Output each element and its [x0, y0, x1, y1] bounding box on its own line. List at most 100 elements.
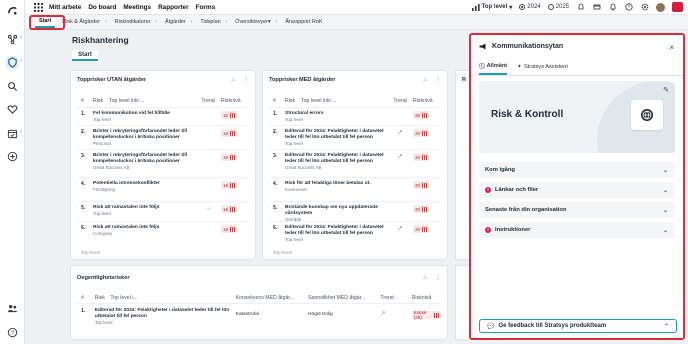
widget-icon[interactable]: ♨	[423, 274, 428, 281]
widget-icon[interactable]: ♨	[423, 76, 428, 83]
breadcrumb-atgarder[interactable]: Åtgärder ›	[165, 19, 197, 25]
risk-level-value: 16	[223, 206, 229, 212]
year-2024-radio[interactable]: 2024	[519, 4, 541, 10]
breadcrumb-riskindikatorer[interactable]: Riskindikatorer ›	[115, 19, 162, 25]
section-kom-igang[interactable]: Kom igång ⌄	[479, 162, 675, 178]
risk-title[interactable]: Brister i rekryteringsförfarandet leder …	[93, 153, 195, 165]
col-header[interactable]: Top level inkl ...	[301, 98, 387, 104]
row-text: Fel kommunikation vid fel tillfälle Top l…	[93, 111, 195, 123]
table-row[interactable]: 1. Editerad för 2024: Felaktigheter i da…	[81, 308, 441, 326]
table-row[interactable]: 6. Risk att ramavtalen inte följs Company 1…	[81, 225, 249, 237]
bell-icon[interactable]	[576, 3, 585, 12]
chevron-down-icon: ▾	[267, 19, 271, 25]
chevron-right-icon[interactable]: ›	[20, 35, 22, 41]
alert-icon: !	[485, 187, 491, 193]
col-header[interactable]: Top level i...	[110, 295, 235, 301]
heart-icon[interactable]	[6, 103, 19, 116]
breadcrumb-tidsplan[interactable]: Tidsplan ›	[200, 19, 232, 25]
nav-forms[interactable]: Forms	[196, 4, 216, 11]
table-row[interactable]: 4. Risk för att felaktiga löner betalas u…	[273, 181, 441, 193]
table-row[interactable]: 4. Potentiella intressekonflikter Försäljn…	[81, 181, 249, 193]
divider	[269, 221, 441, 222]
row-number: 3.	[81, 153, 86, 159]
notification-icon[interactable]	[608, 3, 617, 12]
announcement-icon[interactable]	[592, 3, 601, 12]
help-icon[interactable]: ?	[6, 326, 19, 339]
level-selector[interactable]: Top level ▾	[471, 3, 512, 11]
shield-icon[interactable]	[6, 56, 19, 69]
breadcrumb-arsrapport[interactable]: Årsrapport RoK	[285, 19, 322, 25]
help-circle-icon[interactable]: ?	[624, 3, 633, 12]
more-icon[interactable]: ⋮	[435, 76, 441, 83]
section-label: Länkar och filer	[495, 187, 539, 193]
close-icon[interactable]: ×	[669, 43, 674, 52]
breadcrumb-oversiktsvyer[interactable]: Översiktsvyer ▾ ›	[235, 19, 282, 25]
risk-bars-icon	[422, 226, 428, 232]
add-circle-icon[interactable]	[6, 150, 19, 163]
breadcrumb-risk-atgarder[interactable]: Risk & Åtgärder ›	[62, 19, 111, 25]
section-lankar-och-filer[interactable]: ! Länkar och filer ⌄	[479, 182, 675, 198]
card-topprisker-med: Topprisker MED åtgärder ♨ ⋮ # Risk Top le…	[262, 70, 448, 260]
users-icon[interactable]	[6, 302, 19, 315]
calendar-check-icon[interactable]	[6, 127, 19, 140]
nav-rapporter[interactable]: Rapporter	[158, 4, 189, 11]
table-row[interactable]: 2. Editerad för 2024: Felaktigheter i dat…	[273, 129, 441, 147]
table-row[interactable]: 3. Brister i rekryteringsförfarandet lede…	[81, 153, 249, 171]
stratsys-logo-icon[interactable]	[6, 4, 19, 17]
risk-title[interactable]: Editerad för 2024: Felaktigheter i datas…	[285, 225, 387, 237]
more-icon[interactable]: ⋮	[243, 76, 249, 83]
avatar[interactable]	[656, 2, 665, 12]
more-icon[interactable]: ⋮	[435, 274, 441, 281]
col-header: #	[81, 295, 84, 301]
table-row[interactable]: 2. Brister i rekryteringsförfarandet lede…	[81, 129, 249, 147]
tab-start[interactable]: Start	[72, 50, 98, 61]
risk-title[interactable]: Editerad för 2024: Felaktigheter i datas…	[95, 308, 236, 320]
gear-icon[interactable]	[640, 3, 649, 12]
risk-title[interactable]: Bristande kunskap om nya uppdaterade vår…	[285, 205, 387, 217]
feedback-button[interactable]: 💬 Ge feedback till Stratsys produktteam …	[479, 319, 677, 333]
risk-title[interactable]: Editerad för 2024: Felaktigheter i datas…	[285, 129, 387, 141]
row-number: 4.	[81, 181, 86, 187]
table-row[interactable]: 1. Fel kommunikation vid fel tillfälle Top…	[81, 111, 249, 123]
tab-stratsys-assistent[interactable]: ✦ Stratsys Assistent	[517, 62, 568, 75]
trend-arrow-icon: ↗	[397, 130, 403, 136]
row-number: 6.	[81, 225, 86, 231]
table-row[interactable]: 5. Risk att ramavtalen inte följs Top leve…	[81, 205, 249, 217]
risk-title[interactable]: Editerad för 2024: Felaktigheter i datas…	[285, 153, 387, 165]
section-senaste[interactable]: Senaste från din organisation ⌄	[479, 202, 675, 218]
table-row[interactable]: 3. Editerad för 2024: Felaktigheter i dat…	[273, 153, 441, 171]
col-header[interactable]: Top level inkl ...	[109, 98, 195, 104]
nav-mitt-arbete[interactable]: Mitt arbete	[49, 4, 81, 11]
widget-icon[interactable]: ♨	[231, 76, 236, 83]
app-grid-icon[interactable]	[34, 2, 43, 12]
nav-do-board[interactable]: Do board	[88, 4, 116, 11]
year-2025-radio[interactable]: 2025	[547, 4, 569, 10]
edit-icon[interactable]: ✎	[663, 86, 669, 94]
card-title: Topprisker UTAN åtgärder	[77, 77, 147, 83]
row-number: 1.	[81, 111, 86, 117]
section-instruktioner[interactable]: ! Instruktioner ⌄	[479, 222, 675, 238]
row-number: 3.	[273, 153, 278, 159]
row-number: 1.	[273, 111, 278, 117]
chevron-right-icon[interactable]: ›	[20, 129, 22, 135]
trend-arrow-icon	[195, 129, 221, 147]
alert-icon: !	[485, 227, 491, 233]
chevron-right-icon: ›	[275, 19, 278, 25]
table-row[interactable]: 1. Structural errors Top level 25	[273, 111, 441, 123]
risk-bars-icon	[230, 206, 236, 212]
col-header: Risknivå	[413, 98, 433, 104]
divider	[77, 149, 249, 150]
chevron-right-icon[interactable]: ›	[20, 58, 22, 64]
tab-allmant[interactable]: ⓘ Allmänt	[479, 62, 508, 75]
card-footer: Top level	[273, 251, 292, 256]
table-row[interactable]: 6. Editerad för 2024: Felaktigheter i dat…	[273, 225, 441, 243]
risk-bars-icon	[422, 182, 428, 188]
risk-title[interactable]: Brister i rekryteringsförfarandet leder …	[93, 129, 195, 141]
nav-meetings[interactable]: Meetings	[123, 4, 151, 11]
row-text: Potentiella intressekonflikter Försäljnin…	[93, 181, 195, 193]
search-icon[interactable]	[6, 80, 19, 93]
network-icon[interactable]	[6, 33, 19, 46]
brand-logo-icon[interactable]	[672, 2, 683, 12]
breadcrumb-label: Risk & Åtgärder	[62, 19, 101, 25]
chat-icon: 💬	[487, 323, 495, 330]
